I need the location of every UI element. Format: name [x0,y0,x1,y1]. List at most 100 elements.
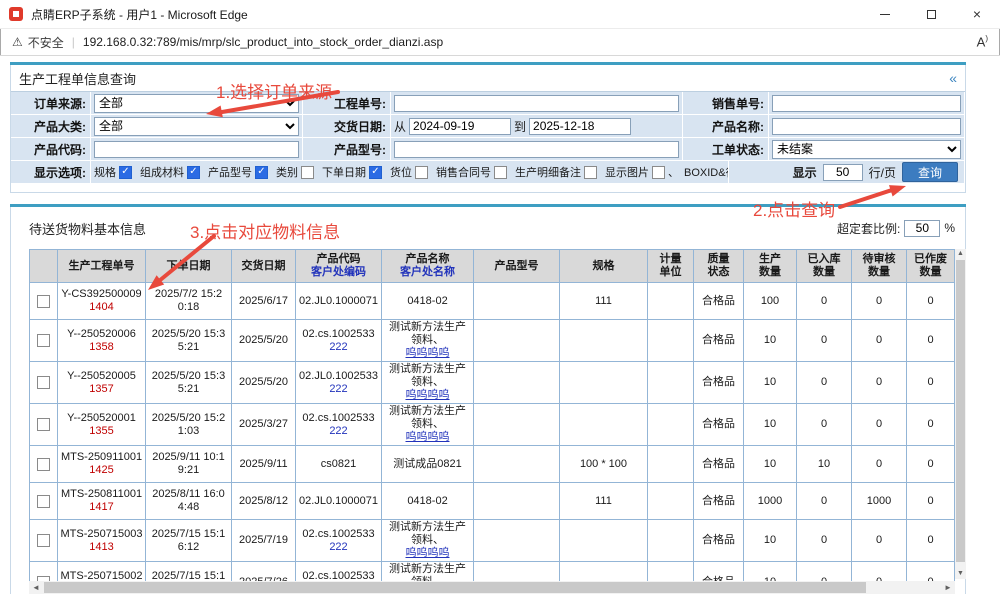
column-header: 交货日期 [232,250,296,283]
select-column-header [30,250,58,283]
project-no-input[interactable] [394,95,679,112]
option-label: 类别 [276,164,298,180]
option-checkbox[interactable] [187,166,200,179]
order-no[interactable]: MTS-250811001 [61,488,142,501]
scroll-up-icon[interactable]: ▲ [955,249,966,259]
row-checkbox[interactable] [37,376,50,389]
minimize-button[interactable] [862,0,908,28]
order-sub-no: 1355 [89,425,113,438]
product-name-input[interactable] [772,118,961,135]
order-no[interactable]: Y--250520006 [67,328,136,341]
security-label[interactable]: 不安全 [28,34,64,51]
audit-qty-cell: 0 [852,320,907,362]
product-model-input[interactable] [394,141,679,158]
spec-cell: 111 [560,483,648,520]
delivery-to-input[interactable] [529,118,631,135]
collapse-panel-icon[interactable]: « [949,70,957,86]
product-code-input[interactable] [94,141,299,158]
product-code-cell: 02.JL0.1000071 [296,283,382,320]
status-label: 工单状态: [683,138,769,161]
page-size-input[interactable] [823,164,863,181]
delivery-date-cell: 2025/9/11 [232,446,296,483]
option-checkbox[interactable] [255,166,268,179]
option-checkbox[interactable] [369,166,382,179]
sales-no-input[interactable] [772,95,961,112]
qty-cell: 100 [744,283,797,320]
customer-name-link[interactable]: 呜呜呜呜 [406,347,450,360]
customer-code-link[interactable]: 222 [329,425,347,438]
option-checkbox[interactable] [301,166,314,179]
option-checkbox[interactable] [119,166,132,179]
order-no-cell: MTS-2508110011417 [58,483,146,520]
order-no[interactable]: Y--250520005 [67,370,136,383]
option-checkbox[interactable] [584,166,597,179]
quality-cell: 合格品 [694,320,744,362]
sales-no-label: 销售单号: [683,92,769,115]
delivery-date-cell: 2025/8/12 [232,483,296,520]
customer-code-link[interactable]: 222 [329,341,347,354]
materials-panel-title: 待送货物料基本信息 [29,219,146,238]
row-checkbox[interactable] [37,295,50,308]
customer-name-link[interactable]: 呜呜呜呜 [406,389,450,402]
product-code-cell: 02.cs.1002533222 [296,320,382,362]
customer-name-link[interactable]: 呜呜呜呜 [406,431,450,444]
row-checkbox[interactable] [37,418,50,431]
delivery-from-input[interactable] [409,118,511,135]
scroll-down-icon[interactable]: ▼ [955,569,966,579]
product-name-cell: 0418-02 [382,283,474,320]
read-aloud-icon[interactable]: A) [977,34,988,49]
order-no[interactable]: Y--250520001 [67,412,136,425]
option-checkbox[interactable] [415,166,428,179]
product-model-cell [474,520,560,562]
quality-cell: 合格品 [694,483,744,520]
order-sub-no: 1404 [89,301,113,314]
url-text[interactable]: 192.168.0.32:789/mis/mrp/slc_product_int… [83,35,443,49]
void-qty-cell: 0 [907,446,955,483]
scroll-right-icon[interactable]: ► [941,581,955,594]
customer-name-link[interactable]: 呜呜呜呜 [406,547,450,560]
scroll-left-icon[interactable]: ◄ [29,581,43,594]
row-checkbox[interactable] [37,495,50,508]
order-no[interactable]: Y-CS392500009 [61,288,141,301]
order-no-cell: Y--2505200011355 [58,404,146,446]
quality-cell: 合格品 [694,404,744,446]
option-checkbox[interactable] [494,166,507,179]
row-checkbox[interactable] [37,534,50,547]
horizontal-scrollbar[interactable]: ◄ ► [29,581,955,594]
customer-code-link[interactable]: 222 [329,383,347,396]
audit-qty-cell: 0 [852,446,907,483]
product-code-cell: cs0821 [296,446,382,483]
order-no[interactable]: MTS-250911001 [61,451,142,464]
column-header: 下单日期 [146,250,232,283]
vertical-scrollbar[interactable]: ▲ ▼ [955,249,966,579]
category-select[interactable]: 全部 [94,117,299,136]
in-qty-cell: 0 [797,283,852,320]
close-button[interactable]: × [954,0,1000,28]
order-source-select[interactable]: 全部 [94,94,299,113]
maximize-button[interactable] [908,0,954,28]
product-name-cell: 测试成品0821 [382,446,474,483]
in-qty-cell: 0 [797,320,852,362]
maximize-icon [927,10,936,19]
status-select[interactable]: 未结案 [772,140,961,159]
query-button[interactable]: 查询 [902,162,958,182]
query-panel-title: 生产工程单信息查询 [19,69,136,88]
audit-qty-cell: 0 [852,362,907,404]
ratio-input[interactable] [904,220,940,237]
order-sub-no: 1417 [89,501,113,514]
vertical-scroll-thumb[interactable] [956,260,965,562]
order-no[interactable]: MTS-250715003 [61,528,143,541]
product-code-cell: 02.JL0.1002533222 [296,362,382,404]
display-options-group: 规格 组成材料 产品型号 类别 下单日期 货位 销售合同号 生产明细备注 [91,161,729,184]
audit-qty-cell: 1000 [852,483,907,520]
option-checkbox[interactable] [652,166,665,179]
order-sub-no: 1357 [89,383,113,396]
row-checkbox[interactable] [37,334,50,347]
horizontal-scroll-thumb[interactable] [44,582,866,593]
row-checkbox[interactable] [37,458,50,471]
unit-cell [648,520,694,562]
option-label: 下单日期 [322,164,366,180]
qty-cell: 10 [744,404,797,446]
order-date-cell: 2025/9/11 10:19:21 [146,446,232,483]
customer-code-link[interactable]: 222 [329,541,347,554]
